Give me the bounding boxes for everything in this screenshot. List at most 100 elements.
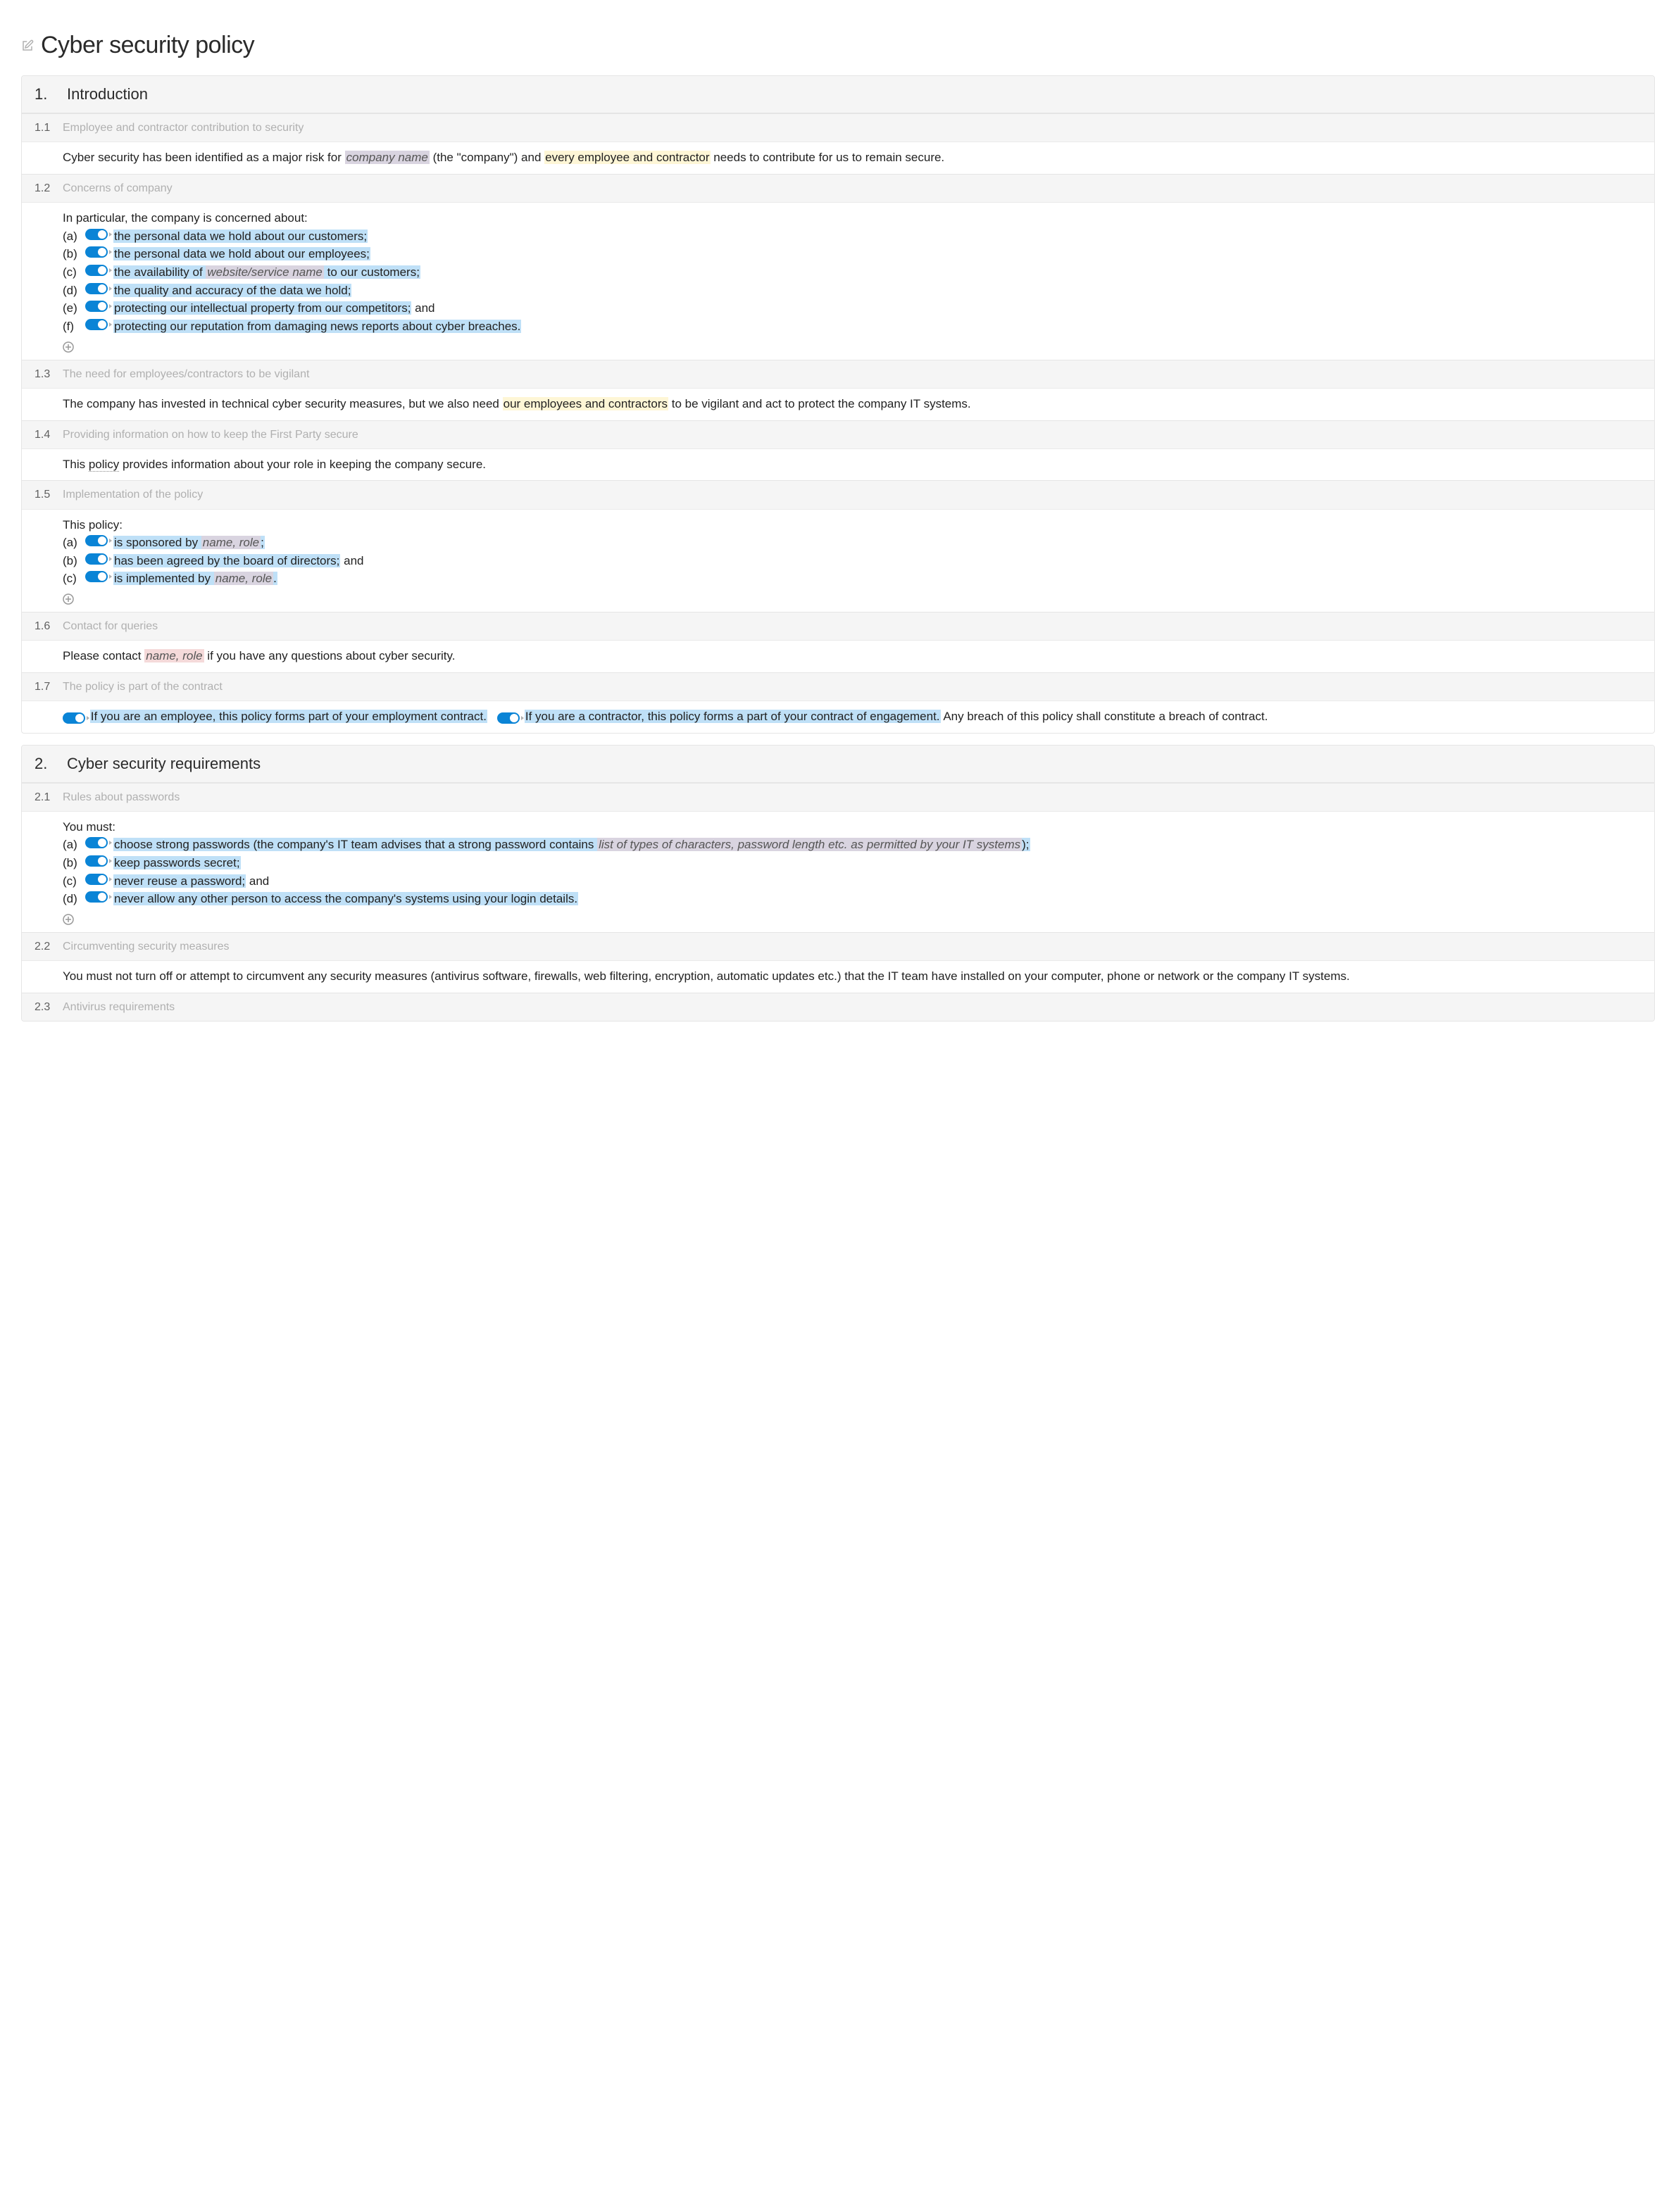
toggle[interactable] [85, 855, 108, 867]
toggle[interactable] [85, 283, 108, 294]
list-item: (c) is implemented by name, role. [63, 570, 1641, 588]
clause-1-1-title: Employee and contractor contribution to … [63, 120, 304, 136]
item-text: keep passwords secret; [113, 856, 241, 869]
item-label: (c) [63, 264, 81, 282]
toggle[interactable] [85, 246, 108, 258]
clause-1-5-header: 1.5 Implementation of the policy [22, 481, 1654, 509]
tail: and [340, 554, 363, 567]
text: needs to contribute for us to remain sec… [711, 151, 945, 164]
intro: You must: [63, 819, 1641, 836]
text: This [63, 458, 89, 471]
text: ; [261, 536, 264, 549]
list-item: (c) never reuse a password; and [63, 873, 1641, 891]
item-label: (b) [63, 246, 81, 263]
section-2-header: 2. Cyber security requirements [22, 746, 1654, 783]
toggle[interactable] [63, 712, 85, 724]
clause-1-2-num: 1.2 [35, 180, 63, 196]
clause-2-1-header: 2.1 Rules about passwords [22, 784, 1654, 812]
clause-1-4-num: 1.4 [35, 427, 63, 443]
clause-1-6-num: 1.6 [35, 618, 63, 634]
clause-2-3-num: 2.3 [35, 999, 63, 1015]
tail: Any breach of this policy shall constitu… [941, 710, 1268, 723]
clause-1-5-num: 1.5 [35, 486, 63, 503]
list-item: (b) the personal data we hold about our … [63, 246, 1641, 263]
clause-2-3-header: 2.3 Antivirus requirements [22, 993, 1654, 1021]
clause-2-3: 2.3 Antivirus requirements [22, 993, 1654, 1021]
clause-2-1-num: 2.1 [35, 789, 63, 805]
section-2: 2. Cyber security requirements 2.1 Rules… [21, 745, 1655, 1022]
item-label: (c) [63, 570, 81, 588]
clause-1-2: 1.2 Concerns of company In particular, t… [22, 174, 1654, 360]
document-header: Cyber security policy [21, 28, 1655, 63]
list-item: (d) never allow any other person to acce… [63, 891, 1641, 908]
clause-1-1: 1.1 Employee and contractor contribution… [22, 113, 1654, 174]
item-text: the personal data we hold about our cust… [113, 230, 368, 243]
placeholder-name-role[interactable]: name, role [144, 649, 204, 662]
text: to our customers; [324, 265, 420, 279]
item-label: (d) [63, 282, 81, 300]
add-item-icon[interactable] [63, 593, 74, 605]
text: if you have any questions about cyber se… [204, 649, 456, 662]
placeholder-name-role[interactable]: name, role [201, 536, 261, 549]
toggle[interactable] [85, 301, 108, 312]
clause-1-6-header: 1.6 Contact for queries [22, 612, 1654, 641]
list-item: (f) protecting our reputation from damag… [63, 318, 1641, 336]
clause-1-3-body: The company has invested in technical cy… [22, 389, 1654, 420]
list-item: (b) keep passwords secret; [63, 855, 1641, 872]
clause-1-3-header: 1.3 The need for employees/contractors t… [22, 360, 1654, 389]
clause-1-5: 1.5 Implementation of the policy This po… [22, 480, 1654, 612]
clause-1-5-title: Implementation of the policy [63, 486, 203, 503]
toggle[interactable] [85, 319, 108, 330]
text: Please contact [63, 649, 144, 662]
list-item: (d) the quality and accuracy of the data… [63, 282, 1641, 300]
text: is sponsored by [114, 536, 201, 549]
clause-1-7-num: 1.7 [35, 679, 63, 695]
toggle[interactable] [85, 229, 108, 240]
placeholder-name-role[interactable]: name, role [214, 572, 273, 585]
item-text: never reuse a password; [113, 874, 246, 888]
intro: In particular, the company is concerned … [63, 210, 1641, 227]
toggle[interactable] [85, 553, 108, 565]
item-label: (a) [63, 228, 81, 246]
text: provides information about your role in … [119, 458, 486, 471]
text: choose strong passwords (the company's I… [114, 838, 597, 851]
clause-2-2-title: Circumventing security measures [63, 938, 230, 955]
toggle[interactable] [497, 712, 520, 724]
clause-1-1-header: 1.1 Employee and contractor contribution… [22, 114, 1654, 142]
placeholder-company-name[interactable]: company name [345, 151, 430, 164]
linked-term[interactable]: policy [89, 458, 119, 472]
add-item-icon[interactable] [63, 341, 74, 353]
clause-1-3-title: The need for employees/contractors to be… [63, 366, 309, 382]
clause-2-2-num: 2.2 [35, 938, 63, 955]
item-text: is implemented by name, role. [113, 572, 277, 585]
add-item-icon[interactable] [63, 914, 74, 925]
clause-1-5-body: This policy: (a) is sponsored by name, r… [22, 510, 1654, 612]
clause-1-1-body: Cyber security has been identified as a … [22, 142, 1654, 174]
text: ); [1022, 838, 1029, 851]
tail: and [411, 301, 434, 315]
clause-1-3: 1.3 The need for employees/contractors t… [22, 360, 1654, 420]
clause-2-2-body: You must not turn off or attempt to circ… [22, 961, 1654, 993]
clause-1-3-num: 1.3 [35, 366, 63, 382]
toggle[interactable] [85, 837, 108, 848]
highlight: every employee and contractor [544, 151, 710, 164]
clause-1-2-title: Concerns of company [63, 180, 173, 196]
section-2-number: 2. [35, 753, 49, 775]
clause-1-6-body: Please contact name, role if you have an… [22, 641, 1654, 672]
toggle[interactable] [85, 535, 108, 546]
clause-1-4: 1.4 Providing information on how to keep… [22, 420, 1654, 481]
clause-2-2: 2.2 Circumventing security measures You … [22, 932, 1654, 993]
clause-2-1: 2.1 Rules about passwords You must: (a) … [22, 783, 1654, 932]
item-text: the quality and accuracy of the data we … [113, 284, 351, 297]
toggle[interactable] [85, 571, 108, 582]
list-item: (a) choose strong passwords (the company… [63, 836, 1641, 854]
toggle[interactable] [85, 874, 108, 885]
segment-2: If you are a contractor, this policy for… [525, 710, 941, 723]
placeholder-password-rules[interactable]: list of types of characters, password le… [597, 838, 1022, 851]
clause-1-4-header: 1.4 Providing information on how to keep… [22, 421, 1654, 449]
section-1-title: Introduction [67, 83, 148, 106]
toggle[interactable] [85, 265, 108, 276]
intro: This policy: [63, 517, 1641, 534]
toggle[interactable] [85, 891, 108, 903]
placeholder-service[interactable]: website/service name [206, 265, 323, 279]
